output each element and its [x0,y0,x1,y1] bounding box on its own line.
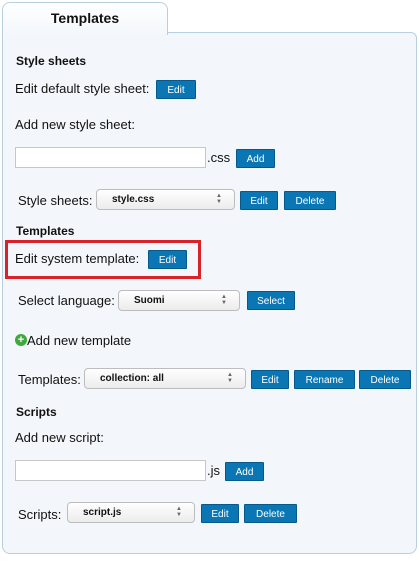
templates-selected-value: collection: all [100,373,164,384]
style-sheets-selected-value: style.css [112,194,155,205]
edit-style-sheet-button[interactable]: Edit [240,191,278,210]
css-extension-label: .css [207,150,231,165]
chevron-up-down-icon: ▲ ▼ [216,193,222,205]
chevron-up-down-icon: ▲ ▼ [221,294,227,306]
delete-template-button[interactable]: Delete [359,370,411,389]
templates-heading: Templates [16,224,75,238]
language-select[interactable]: Suomi ▲ ▼ [118,290,240,311]
select-language-label: Select language: [18,293,115,308]
add-new-script-label: Add new script: [15,430,104,445]
new-script-input[interactable] [15,460,206,481]
scripts-select[interactable]: script.js ▲ ▼ [67,502,195,523]
add-new-style-sheet-label: Add new style sheet: [15,117,135,132]
delete-style-sheet-button[interactable]: Delete [284,191,336,210]
style-sheets-select[interactable]: style.css ▲ ▼ [96,189,235,210]
templates-select[interactable]: collection: all ▲ ▼ [84,368,246,389]
plus-circle-icon[interactable]: + [15,334,27,346]
style-sheets-select-label: Style sheets: [18,193,93,208]
add-script-button[interactable]: Add [225,462,264,481]
templates-select-label: Templates: [18,372,81,387]
new-style-sheet-input[interactable] [15,147,206,168]
style-sheets-heading: Style sheets [16,54,87,68]
add-new-template-link[interactable]: Add new template [27,333,131,348]
edit-system-template-label: Edit system template: [15,251,140,266]
edit-system-template-button[interactable]: Edit [148,250,187,269]
edit-default-style-sheet-label: Edit default style sheet: [15,81,150,96]
delete-script-button[interactable]: Delete [244,504,297,523]
js-extension-label: .js [207,463,220,478]
edit-default-style-sheet-button[interactable]: Edit [156,80,196,99]
language-selected-value: Suomi [134,295,165,306]
add-style-sheet-button[interactable]: Add [236,149,275,168]
scripts-select-label: Scripts: [18,507,62,522]
tab-templates[interactable]: Templates [2,2,168,35]
scripts-selected-value: script.js [83,507,122,518]
chevron-up-down-icon: ▲ ▼ [176,506,182,518]
edit-script-button[interactable]: Edit [201,504,239,523]
rename-template-button[interactable]: Rename [294,370,355,389]
chevron-up-down-icon: ▲ ▼ [227,372,233,384]
edit-template-button[interactable]: Edit [251,370,289,389]
select-language-button[interactable]: Select [247,291,295,310]
scripts-heading: Scripts [16,405,57,419]
